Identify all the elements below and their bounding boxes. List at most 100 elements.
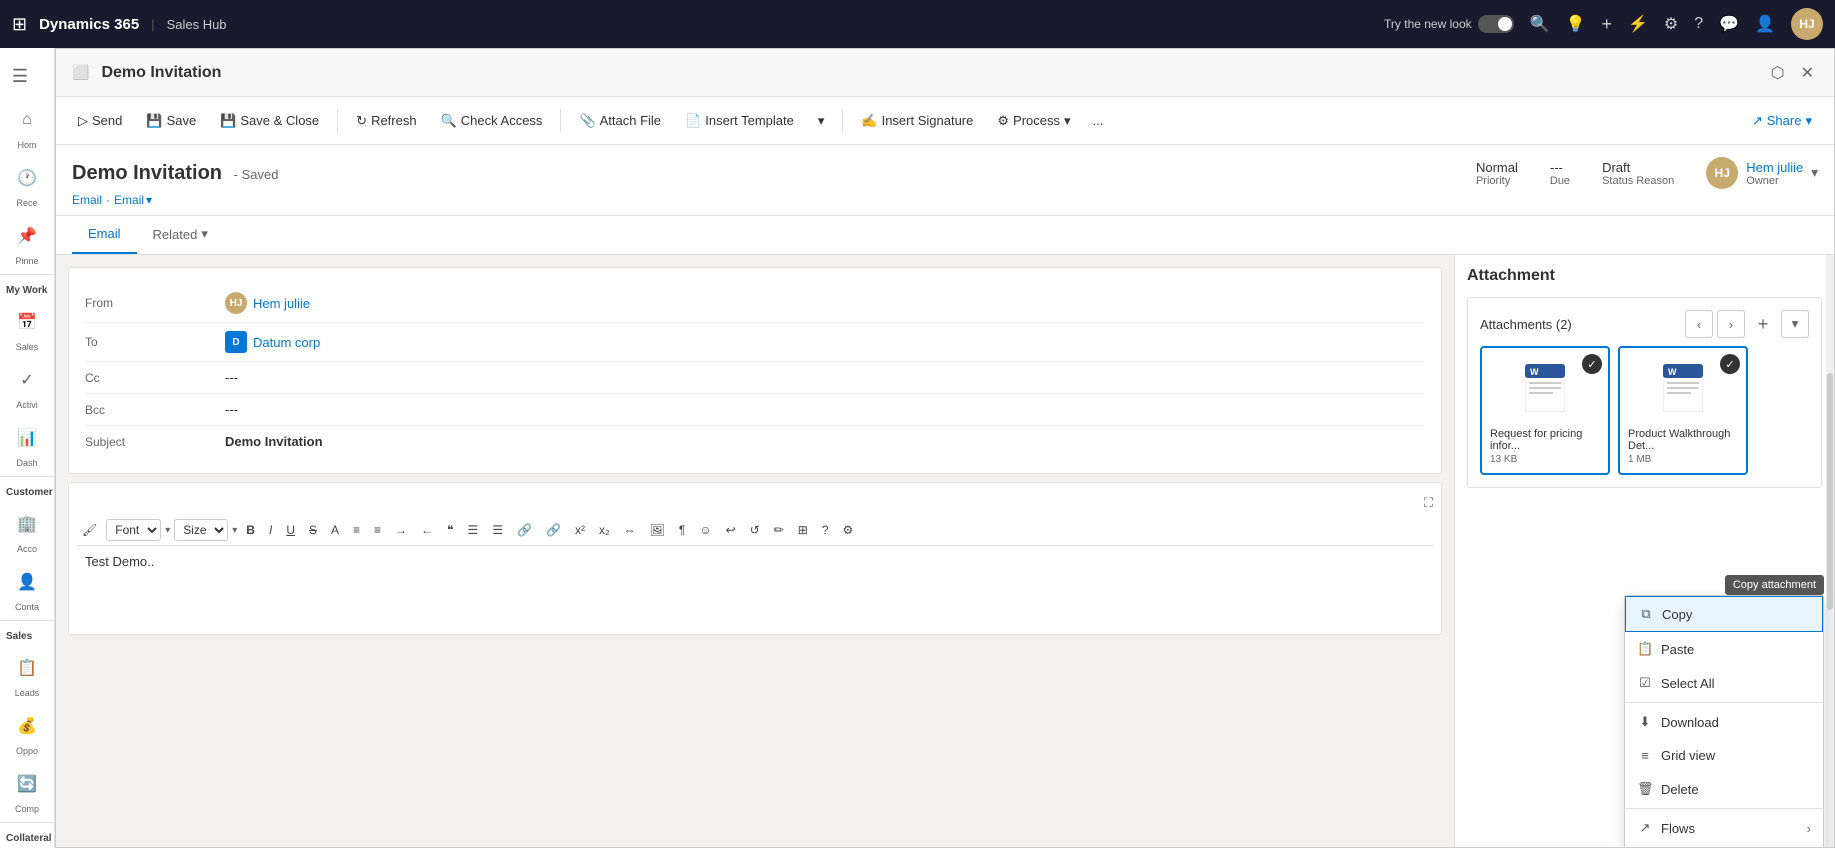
expand-editor-button[interactable]: ⛶ bbox=[1424, 495, 1433, 511]
align-center-button[interactable]: ≡ bbox=[369, 520, 386, 540]
attachment-add-button[interactable]: + bbox=[1749, 310, 1777, 338]
link-button[interactable]: 🔗 bbox=[512, 520, 537, 540]
para-button[interactable]: ¶ bbox=[674, 520, 690, 540]
format-brush-button[interactable]: 🖌 bbox=[77, 520, 102, 540]
scrollbar-thumb[interactable] bbox=[1827, 373, 1833, 610]
subtype-dropdown[interactable]: ▾ bbox=[146, 193, 152, 207]
modal-popout-button[interactable]: ⬡ bbox=[1767, 59, 1789, 87]
to-value[interactable]: D Datum corp bbox=[225, 331, 1425, 353]
underline-button[interactable]: U bbox=[281, 520, 300, 540]
bullet-list-button[interactable]: ☰ bbox=[463, 520, 484, 540]
modal-close-button[interactable]: ✕ bbox=[1797, 59, 1818, 87]
help-editor-button[interactable]: ? bbox=[817, 520, 834, 540]
context-paste-item[interactable]: 📋 Paste bbox=[1625, 632, 1823, 666]
sidebar-item-comp[interactable]: 🔄 Comp bbox=[0, 760, 54, 818]
context-download-item[interactable]: ⬇ Download bbox=[1625, 705, 1823, 739]
sidebar-item-activities[interactable]: ✓ Activi bbox=[0, 356, 54, 414]
insert-template-button[interactable]: 📄 Insert Template bbox=[675, 107, 804, 135]
attachment-item-2[interactable]: ✓ W bbox=[1618, 346, 1748, 475]
cc-field-row: Cc --- bbox=[85, 362, 1425, 394]
owner-dropdown-button[interactable]: ▾ bbox=[1811, 165, 1818, 181]
unlink-button[interactable]: 🔗 bbox=[541, 520, 566, 540]
new-look-toggle[interactable] bbox=[1478, 15, 1514, 33]
subject-value[interactable]: Demo Invitation bbox=[225, 434, 1425, 449]
status-reason-label: Status Reason bbox=[1602, 175, 1674, 187]
highlight-button[interactable]: ✏ bbox=[769, 520, 789, 540]
tab-email[interactable]: Email bbox=[72, 216, 137, 254]
attachment-dropdown-button[interactable]: ▾ bbox=[1781, 310, 1809, 338]
save-button[interactable]: 💾 Save bbox=[136, 107, 206, 135]
sidebar-item-recent[interactable]: 🕐 Rece bbox=[0, 154, 54, 212]
help-icon[interactable]: ? bbox=[1694, 15, 1703, 33]
emoji-button[interactable]: ☺ bbox=[694, 520, 716, 540]
tokens-button[interactable]: ⇔ bbox=[619, 520, 641, 540]
attachment-prev-button[interactable]: ‹ bbox=[1685, 310, 1713, 338]
subscript-button[interactable]: x₂ bbox=[594, 520, 615, 540]
check-access-button[interactable]: 🔍 Check Access bbox=[431, 107, 553, 135]
bcc-value[interactable]: --- bbox=[225, 402, 1425, 417]
search-icon[interactable]: 🔍 bbox=[1530, 14, 1550, 34]
modal-expand-icon[interactable]: ⬜ bbox=[72, 64, 89, 81]
scrollbar-track[interactable] bbox=[1826, 255, 1834, 847]
context-copy-item[interactable]: ⧉ Copy bbox=[1625, 596, 1823, 632]
redo-button[interactable]: ↺ bbox=[745, 520, 765, 540]
editor-content[interactable]: Test Demo.. bbox=[77, 546, 1433, 626]
settings-icon[interactable]: ⚙ bbox=[1664, 14, 1678, 34]
sidebar-item-dash[interactable]: 📊 Dash bbox=[0, 414, 54, 472]
lightbulb-icon[interactable]: 💡 bbox=[1566, 14, 1586, 34]
chat-icon[interactable]: 💬 bbox=[1719, 14, 1739, 34]
process-button[interactable]: ⚙ Process ▾ bbox=[987, 107, 1080, 135]
outdent-button[interactable]: ← bbox=[416, 520, 438, 540]
settings-editor-button[interactable]: ⚙ bbox=[838, 520, 859, 540]
cc-value[interactable]: --- bbox=[225, 370, 1425, 385]
add-icon[interactable]: + bbox=[1601, 14, 1612, 35]
sidebar-item-accounts[interactable]: 🏢 Acco bbox=[0, 500, 54, 558]
strikethrough-button[interactable]: S bbox=[304, 520, 322, 540]
image-button[interactable]: 🖼 bbox=[645, 520, 670, 540]
share-button[interactable]: ↗ Share ▾ bbox=[1742, 107, 1822, 135]
filter-icon[interactable]: ⚡ bbox=[1628, 14, 1648, 34]
insert-signature-button[interactable]: ✍ Insert Signature bbox=[851, 107, 983, 135]
attachment-item-1[interactable]: ✓ W bbox=[1480, 346, 1610, 475]
context-select-all-item[interactable]: ☑ Select All bbox=[1625, 666, 1823, 700]
sidebar-item-opps[interactable]: 💰 Oppo bbox=[0, 702, 54, 760]
from-value[interactable]: HJ Hem juliie bbox=[225, 292, 1425, 314]
align-left-button[interactable]: ≡ bbox=[348, 520, 365, 540]
undo-button[interactable]: ↩ bbox=[721, 520, 741, 540]
user-avatar[interactable]: HJ bbox=[1791, 8, 1823, 40]
person-icon[interactable]: 👤 bbox=[1755, 14, 1775, 34]
sidebar-item-contacts[interactable]: 👤 Conta bbox=[0, 558, 54, 616]
attach-file-button[interactable]: 📎 Attach File bbox=[569, 107, 671, 135]
email-type-link[interactable]: Email bbox=[72, 193, 102, 207]
attachment-count: Attachments (2) bbox=[1480, 317, 1572, 332]
superscript-button[interactable]: x² bbox=[570, 520, 590, 540]
numbered-list-button[interactable]: ☰ bbox=[487, 520, 508, 540]
context-delete-item[interactable]: 🗑 Delete bbox=[1625, 772, 1823, 806]
more-button[interactable]: ... bbox=[1085, 107, 1112, 134]
owner-name[interactable]: Hem juliie bbox=[1746, 160, 1803, 175]
quote-button[interactable]: ❝ bbox=[442, 520, 458, 540]
size-select[interactable]: Size bbox=[174, 519, 228, 541]
indent-button[interactable]: → bbox=[390, 520, 412, 540]
sidebar-item-sales[interactable]: 📅 Sales bbox=[0, 298, 54, 356]
sidebar-item-home[interactable]: ⌂ Hom bbox=[0, 96, 54, 154]
sidebar-item-leads[interactable]: 📋 Leads bbox=[0, 644, 54, 702]
send-button[interactable]: ▷ Send bbox=[68, 107, 132, 135]
context-flows-item[interactable]: ↗ Flows › bbox=[1625, 811, 1823, 845]
refresh-button[interactable]: ↻ Refresh bbox=[346, 107, 426, 135]
context-export-excel-item[interactable]: 📊 Export to Excel bbox=[1625, 845, 1823, 847]
bold-button[interactable]: B bbox=[241, 520, 260, 540]
attachment-next-button[interactable]: › bbox=[1717, 310, 1745, 338]
grid-icon[interactable]: ⊞ bbox=[12, 14, 27, 35]
tab-related[interactable]: Related ▾ bbox=[137, 216, 224, 254]
dropdown-arrow-button[interactable]: ▾ bbox=[808, 107, 835, 135]
sidebar-item-pinned[interactable]: 📌 Pinne bbox=[0, 212, 54, 270]
table-button[interactable]: ⊞ bbox=[793, 520, 813, 540]
context-grid-view-item[interactable]: ≡ Grid view bbox=[1625, 739, 1823, 772]
save-close-button[interactable]: 💾 Save & Close bbox=[210, 107, 329, 135]
font-select[interactable]: Font bbox=[106, 519, 161, 541]
italic-button[interactable]: I bbox=[264, 520, 277, 540]
font-color-button[interactable]: A bbox=[326, 520, 344, 540]
hamburger-menu[interactable]: ☰ bbox=[0, 56, 40, 96]
email-subtype-link[interactable]: Email ▾ bbox=[114, 193, 152, 207]
